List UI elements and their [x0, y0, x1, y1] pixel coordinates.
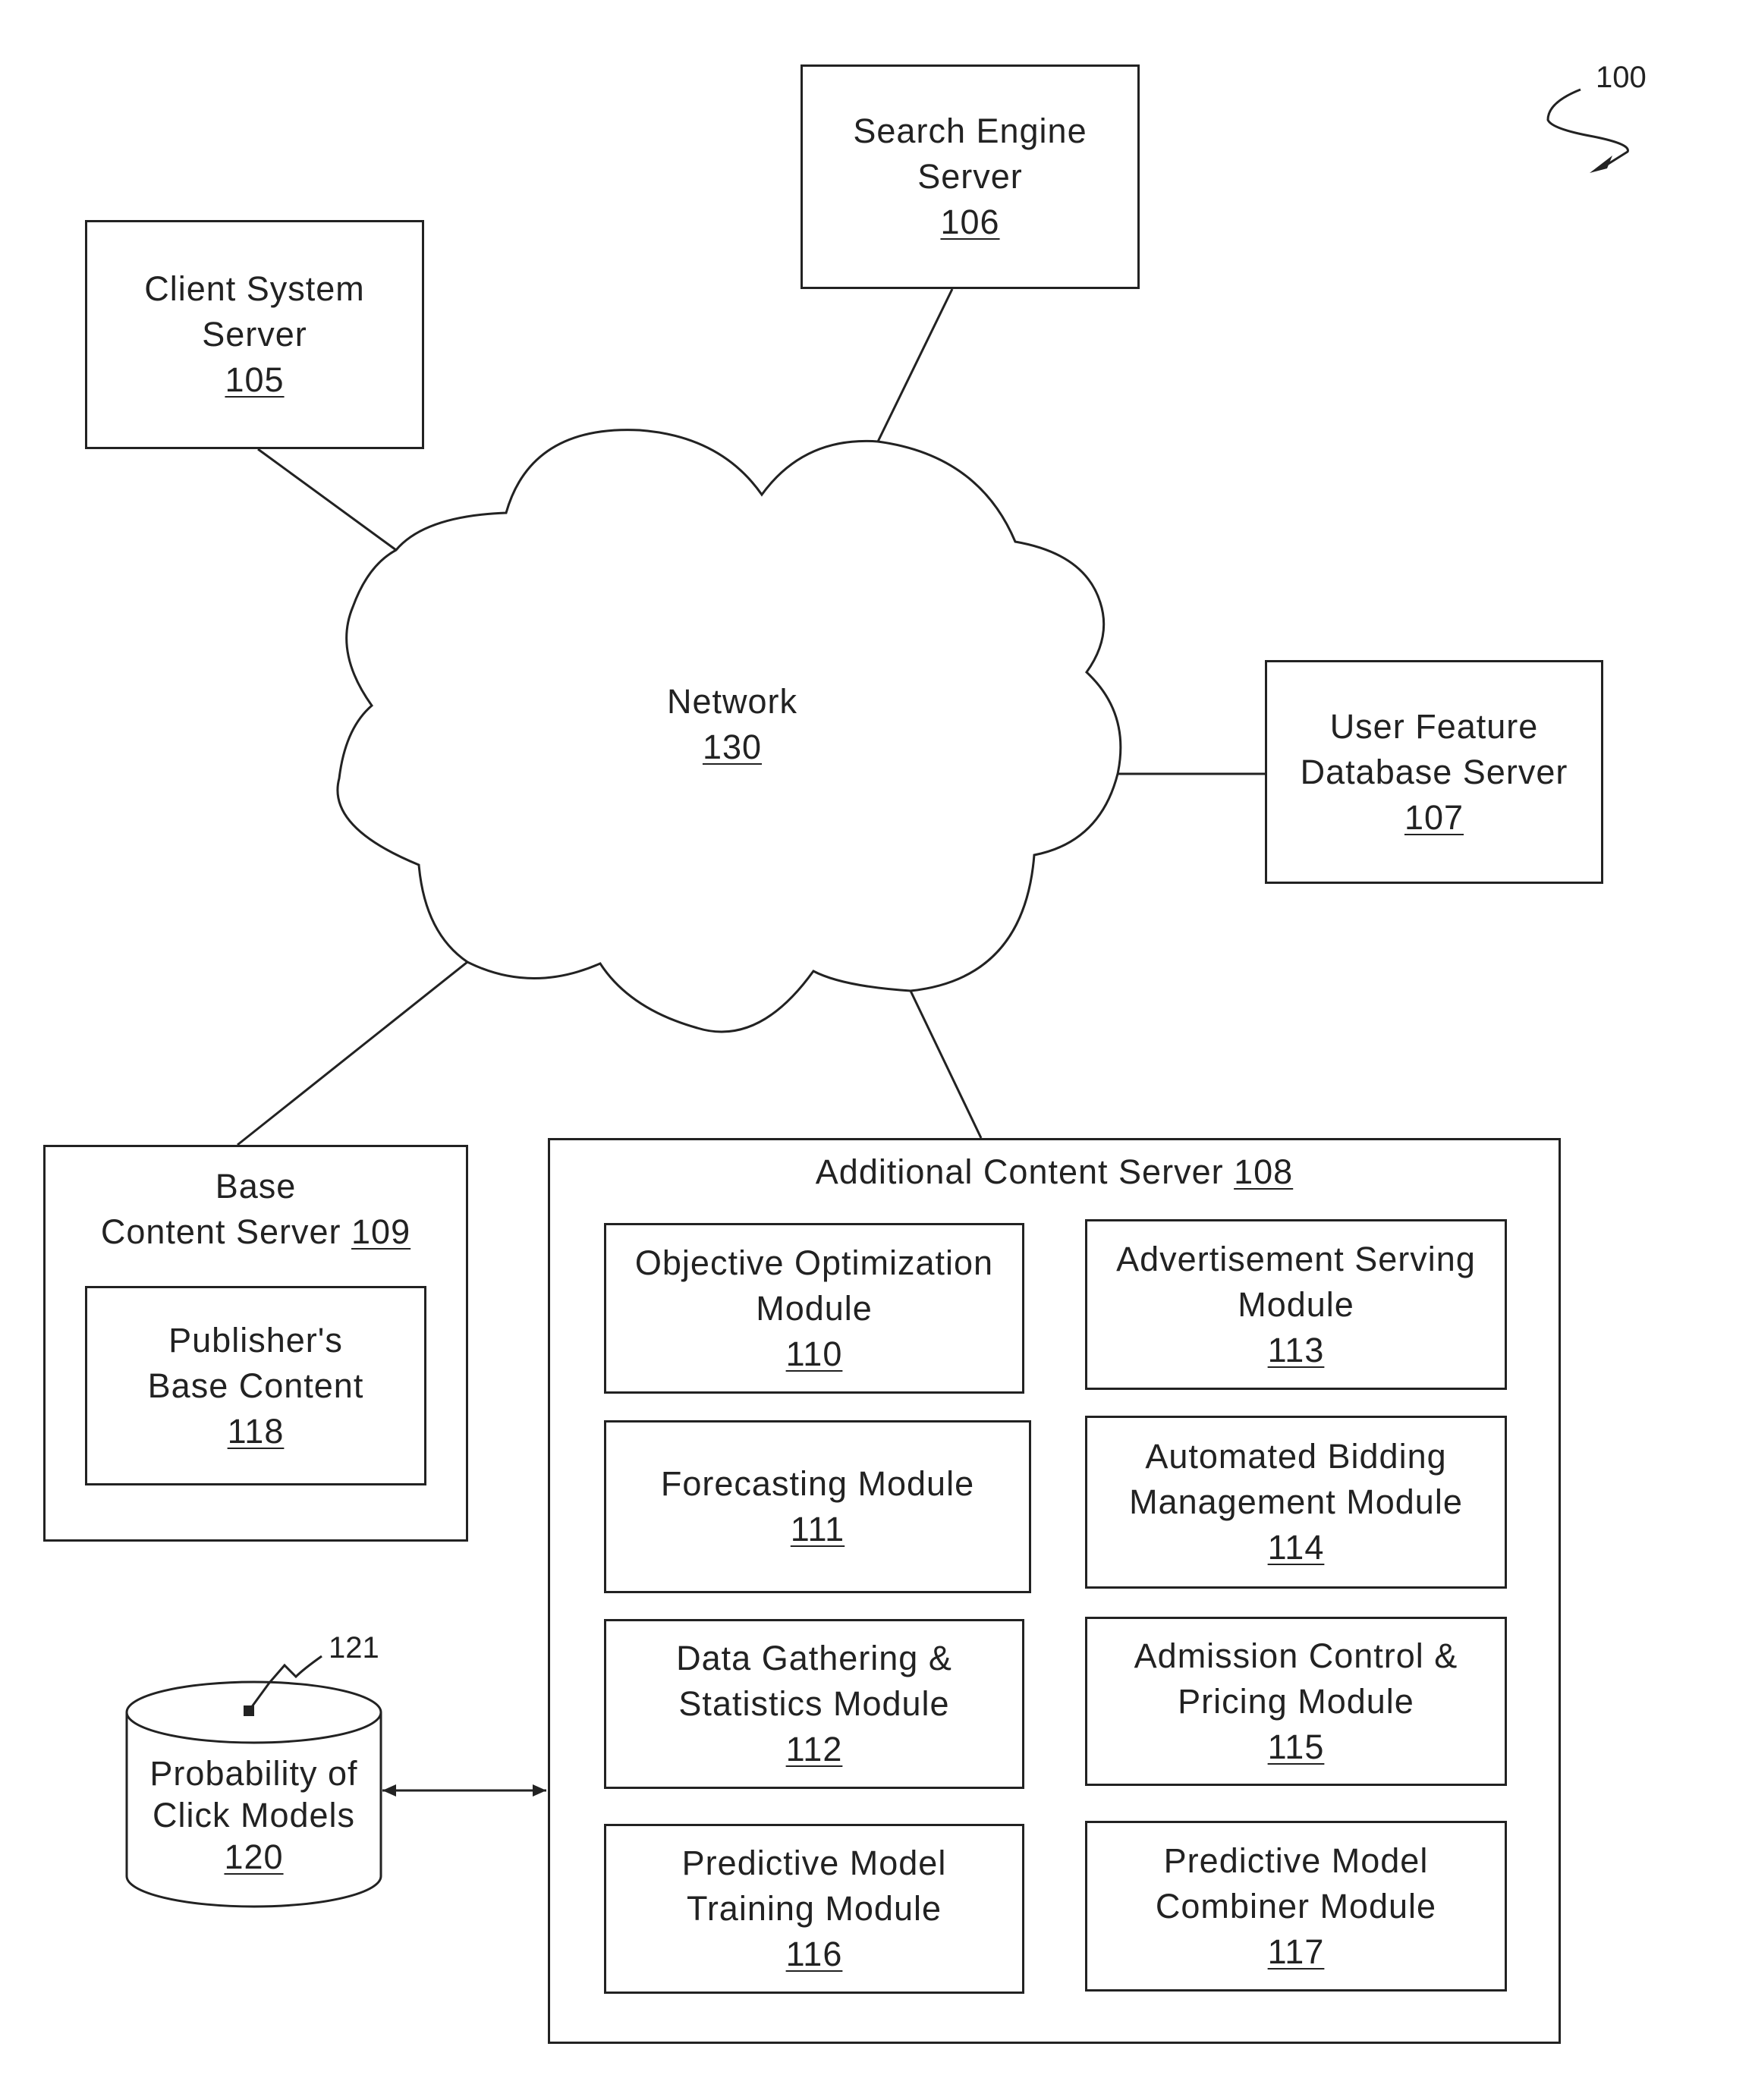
node-ref: 108 — [1234, 1152, 1294, 1191]
user-feature-database-server-node[interactable]: User Feature Database Server 107 — [1265, 660, 1603, 884]
figure-ref-number: 100 — [1596, 61, 1647, 94]
publishers-base-content-node[interactable]: Publisher's Base Content 118 — [85, 1286, 426, 1485]
node-label-line: Search Engine — [853, 112, 1087, 150]
figure-ref-arrow-icon — [1546, 88, 1629, 170]
connector-client-network — [257, 448, 397, 552]
module-label-line: Admission Control & — [1134, 1636, 1458, 1675]
node-title-line: Additional Content Server 108 — [816, 1149, 1293, 1195]
module-label-line: Pricing Module — [1178, 1681, 1414, 1721]
connector-search-network — [876, 288, 954, 442]
network-label: Network 130 — [656, 679, 808, 770]
node-label-line: Server — [917, 157, 1023, 196]
node-ref: 109 — [351, 1212, 411, 1251]
module-predictive-model-combiner[interactable]: Predictive Model Combiner Module 117 — [1085, 1821, 1507, 1992]
module-predictive-model-training[interactable]: Predictive Model Training Module 116 — [604, 1824, 1024, 1994]
module-ref: 111 — [790, 1510, 845, 1548]
module-label-line: Module — [756, 1288, 873, 1328]
module-forecasting[interactable]: Forecasting Module 111 — [604, 1420, 1031, 1593]
node-label-line: User Feature — [1329, 706, 1539, 746]
connector-additional-network — [909, 990, 983, 1139]
node-label-line: Client System — [144, 269, 365, 308]
node-ref: 107 — [1404, 797, 1464, 837]
node-title-line: Content Server 109 — [101, 1209, 410, 1255]
module-label-line: Statistics Module — [678, 1684, 950, 1723]
node-title: Additional Content Server — [815, 1152, 1224, 1191]
module-label-line: Predictive Model — [681, 1844, 947, 1882]
module-advertisement-serving[interactable]: Advertisement Serving Module 113 — [1085, 1219, 1507, 1390]
module-data-gathering-statistics[interactable]: Data Gathering & Statistics Module 112 — [604, 1619, 1024, 1789]
node-ref: 120 — [224, 1838, 284, 1876]
module-label-line: Advertisement Serving — [1116, 1239, 1476, 1278]
node-ref: 106 — [940, 203, 1000, 241]
module-admission-control-pricing[interactable]: Admission Control & Pricing Module 115 — [1085, 1617, 1507, 1786]
click-models-db-node[interactable]: Probability of Click Models 120 — [127, 1753, 381, 1878]
node-label-line: Content Server — [100, 1212, 341, 1251]
callout-121-label: 121 — [329, 1631, 379, 1665]
module-label-line: Objective Optimization — [634, 1243, 994, 1282]
module-label-line: Management Module — [1129, 1482, 1463, 1521]
module-label-line: Forecasting Module — [660, 1464, 975, 1503]
node-label-line: Server — [202, 315, 307, 354]
module-objective-optimization[interactable]: Objective Optimization Module 110 — [604, 1223, 1024, 1394]
node-label-line: Click Models — [152, 1796, 356, 1834]
module-ref: 112 — [785, 1730, 843, 1768]
node-label-line: Base — [215, 1167, 297, 1206]
node-label-line: Base Content — [147, 1366, 364, 1405]
module-label-line: Automated Bidding — [1145, 1437, 1447, 1476]
network-ref: 130 — [702, 728, 763, 766]
node-label-line: Probability of — [149, 1754, 358, 1793]
module-automated-bidding-management[interactable]: Automated Bidding Management Module 114 — [1085, 1416, 1507, 1589]
module-label-line: Module — [1238, 1284, 1354, 1324]
node-label-line: Database Server — [1300, 752, 1568, 791]
callout-121-dot — [244, 1705, 254, 1716]
client-system-server-node[interactable]: Client System Server 105 — [85, 220, 424, 449]
module-ref: 115 — [1267, 1727, 1325, 1766]
node-ref: 118 — [227, 1411, 285, 1451]
module-ref: 117 — [1267, 1932, 1325, 1971]
module-label-line: Data Gathering & — [676, 1639, 952, 1677]
connector-base-network — [237, 960, 468, 1146]
search-engine-server-node[interactable]: Search Engine Server 106 — [801, 64, 1140, 289]
module-label-line: Combiner Module — [1155, 1886, 1437, 1926]
module-label-line: Training Module — [687, 1889, 942, 1928]
node-ref: 105 — [225, 360, 285, 399]
node-label-line: Publisher's — [168, 1320, 343, 1360]
module-ref: 116 — [785, 1935, 843, 1973]
module-ref: 110 — [785, 1334, 843, 1373]
module-label-line: Predictive Model — [1163, 1841, 1429, 1880]
module-ref: 113 — [1267, 1330, 1325, 1369]
network-name: Network — [666, 682, 798, 721]
module-ref: 114 — [1267, 1528, 1325, 1567]
